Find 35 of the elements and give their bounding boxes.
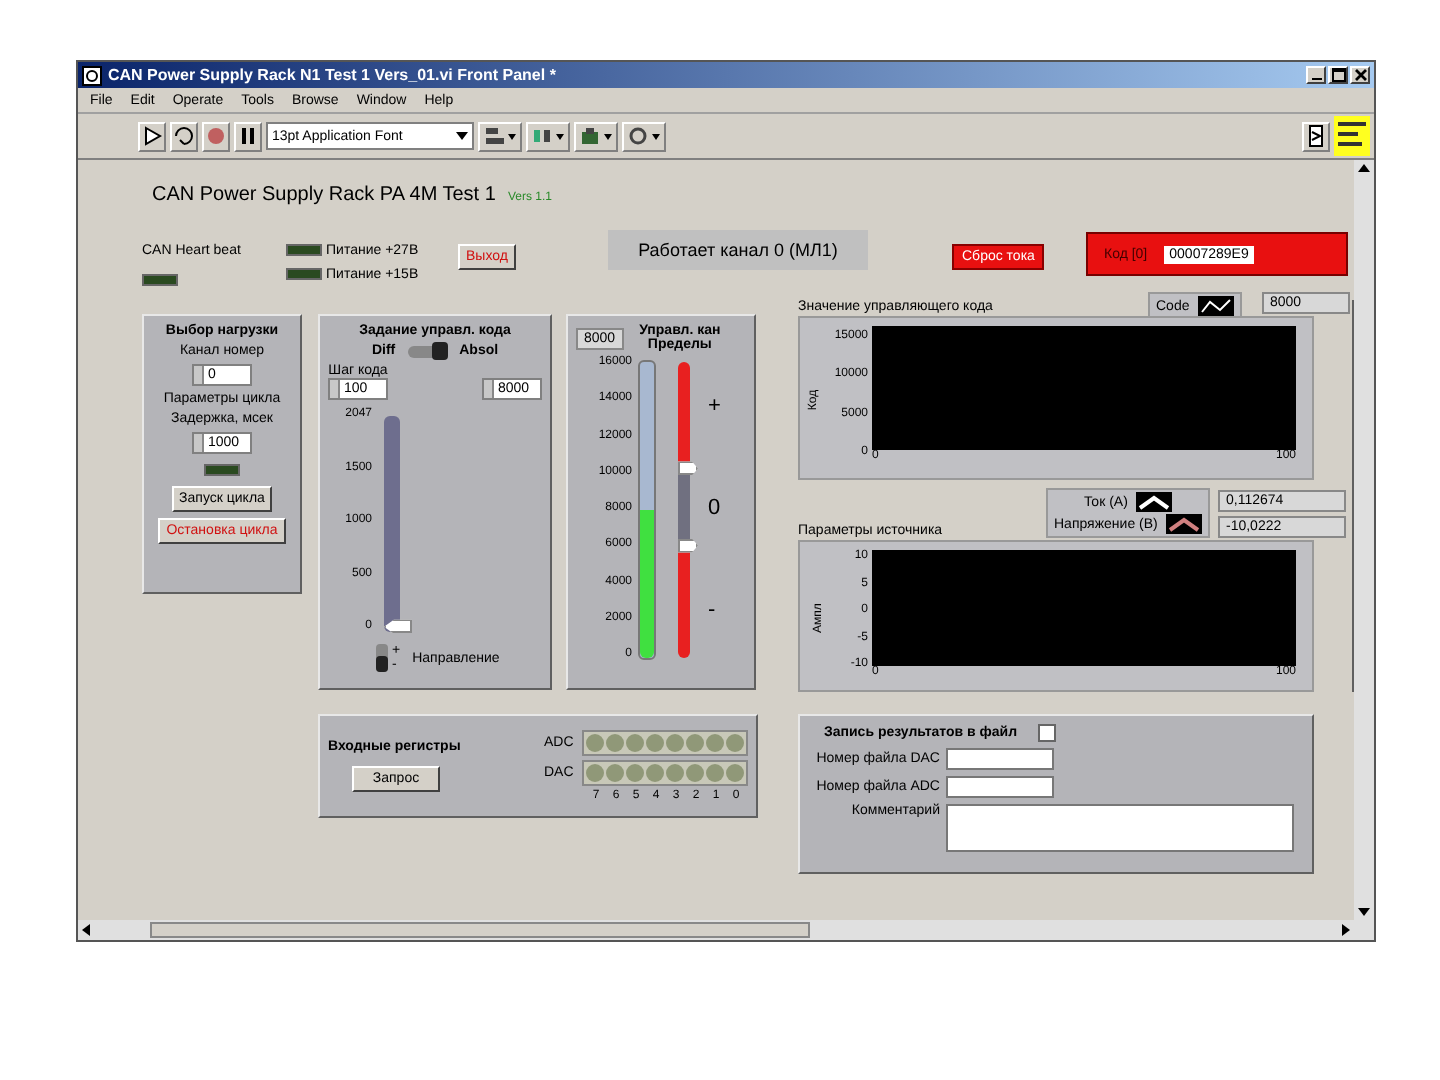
- upper-limit-thumb[interactable]: [678, 461, 698, 476]
- resize-icon[interactable]: [574, 121, 618, 151]
- legend-line-icon: [1197, 296, 1234, 316]
- app-icon: [82, 65, 102, 85]
- lower-limit-thumb[interactable]: [678, 538, 698, 553]
- plus-label: +: [708, 394, 721, 419]
- mode-switch[interactable]: [407, 345, 448, 357]
- window-title: CAN Power Supply Rack N1 Test 1 Vers_01.vi Front Panel *: [108, 66, 556, 84]
- pause-icon[interactable]: [234, 121, 262, 151]
- run-continuously-icon[interactable]: [170, 121, 198, 151]
- caret-icon: [456, 132, 468, 140]
- reorder-icon[interactable]: [622, 121, 666, 151]
- panel-title: CAN Power Supply Rack PA 4M Test 1: [152, 184, 496, 206]
- write-file-checkbox[interactable]: [1037, 724, 1056, 742]
- scroll-left-icon[interactable]: [78, 922, 94, 938]
- input-field[interactable]: [946, 748, 1054, 770]
- connector-icon[interactable]: [1302, 121, 1330, 151]
- horizontal-scrollbar[interactable]: [78, 920, 1374, 940]
- stop-icon[interactable]: [202, 121, 230, 151]
- vertical-scrollbar[interactable]: [1354, 160, 1374, 920]
- scroll-up-icon[interactable]: [1356, 160, 1372, 176]
- comment-field[interactable]: [946, 804, 1294, 852]
- note-icon: [1334, 116, 1370, 156]
- minus-label: -: [708, 597, 718, 622]
- scroll-right-icon[interactable]: [1338, 922, 1354, 938]
- minimize-button[interactable]: [1306, 66, 1326, 84]
- zero-label: 0: [708, 495, 721, 520]
- input-field[interactable]: [946, 776, 1054, 798]
- maximize-button[interactable]: [1328, 66, 1348, 84]
- align-icon[interactable]: [478, 121, 522, 151]
- distribute-icon[interactable]: [526, 121, 570, 151]
- slider-thumb[interactable]: [384, 619, 412, 634]
- direction-switch[interactable]: [376, 644, 388, 672]
- status-indicator: Работает канал 0 (МЛ1): [608, 230, 868, 270]
- close-button[interactable]: [1350, 66, 1370, 84]
